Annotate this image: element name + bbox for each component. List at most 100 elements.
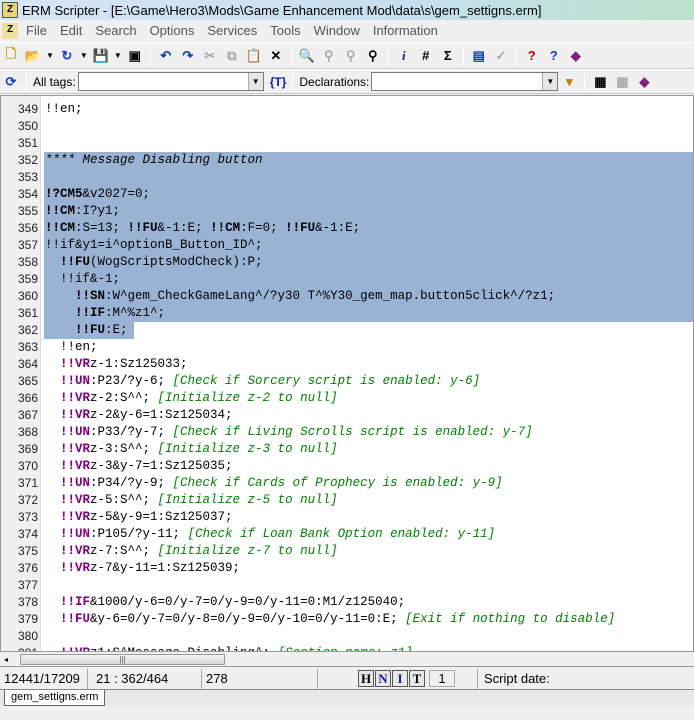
spellcheck-icon[interactable]: ✓ (492, 47, 510, 65)
code-line[interactable]: 374 !!UN:P105/?y-11; [Check if Loan Bank… (1, 526, 693, 543)
open-folder-icon[interactable]: 📂 (24, 47, 42, 65)
code-text: !!VRz-1:Sz125033; (45, 356, 188, 373)
save-all-icon[interactable]: ▣ (126, 47, 144, 65)
code-line[interactable]: 371 !!UN:P34/?y-9; [Check if Cards of Pr… (1, 475, 693, 492)
refresh-icon[interactable]: ⟳ (2, 73, 20, 91)
code-line[interactable]: 365 !!UN:P23/?y-6; [Check if Sorcery scr… (1, 373, 693, 390)
declarations-select[interactable]: ▼ (371, 72, 559, 91)
code-token: z-3&y-7=1:Sz125035; (90, 459, 233, 473)
code-line[interactable]: 352 **** Message Disabling button (1, 152, 693, 169)
code-line[interactable]: 377 (1, 577, 693, 594)
mode-i-button[interactable]: I (392, 670, 408, 687)
code-line[interactable]: 364 !!VRz-1:Sz125033; (1, 356, 693, 373)
document-icon[interactable]: Z (2, 22, 18, 39)
code-line[interactable]: 368 !!UN:P33/?y-7; [Check if Living Scro… (1, 424, 693, 441)
code-line[interactable]: 376 !!VRz-7&y-11=1:Sz125039; (1, 560, 693, 577)
menu-services[interactable]: Services (207, 23, 257, 38)
divider (584, 72, 586, 91)
code-line[interactable]: 351 (1, 135, 693, 152)
code-line[interactable]: 362 !!FU:E; (1, 322, 693, 339)
menu-information[interactable]: Information (373, 23, 438, 38)
code-line[interactable]: 375 !!VRz-7:S^^; [Initialize z-7 to null… (1, 543, 693, 560)
code-line[interactable]: 353 (1, 169, 693, 186)
code-line[interactable]: 378 !!IF&1000/y-6=0/y-7=0/y-9=0/y-11=0:M… (1, 594, 693, 611)
code-line[interactable]: 363 !!en; (1, 339, 693, 356)
horizontal-scrollbar[interactable]: ◂ ||| (0, 652, 694, 667)
new-file-icon[interactable]: 🗋 (2, 46, 20, 65)
compare-icon[interactable]: ▤ (470, 47, 488, 65)
properties-icon[interactable]: ▦ (591, 73, 609, 91)
reload-icon[interactable]: ↻ (58, 47, 76, 65)
find-prev-icon[interactable]: ⚲ (342, 47, 360, 65)
code-text: !!VRz-3&y-7=1:Sz125035; (45, 458, 233, 475)
chevron-down-icon[interactable]: ▼ (247, 73, 263, 90)
status-value: 278 (202, 668, 318, 689)
paste-icon[interactable]: 📋 (245, 47, 263, 65)
code-line[interactable]: 369 !!VRz-3:S^^; [Initialize z-3 to null… (1, 441, 693, 458)
book-icon[interactable]: ◆ (635, 73, 653, 91)
code-line[interactable]: 366 !!VRz-2:S^^; [Initialize z-2 to null… (1, 390, 693, 407)
menu-window[interactable]: Window (314, 23, 360, 38)
code-line[interactable]: 355 !!CM:I?y1; (1, 203, 693, 220)
code-line[interactable]: 361 !!IF:M^%z1^; (1, 305, 693, 322)
scroll-left-icon[interactable]: ◂ (4, 652, 8, 667)
code-text: !!VRz-2:S^^; [Initialize z-2 to null] (45, 390, 338, 407)
all-tags-select[interactable]: ▼ (77, 72, 264, 91)
code-keyword: !!IF (75, 306, 106, 320)
declaration-add-icon[interactable]: ▾ (560, 73, 578, 91)
replace-icon[interactable]: ⚲ (364, 47, 382, 65)
mode-n-button[interactable]: N (375, 670, 391, 687)
menu-options[interactable]: Options (150, 23, 195, 38)
sum-icon[interactable]: Σ (439, 47, 457, 65)
mode-h-button[interactable]: H (358, 670, 374, 687)
redo-icon[interactable]: ↷ (179, 47, 197, 65)
code-line[interactable]: 379 !!FU&y-6=0/y-7=0/y-8=0/y-9=0/y-10=0/… (1, 611, 693, 628)
code-line[interactable]: 359 !!if&-1; (1, 271, 693, 288)
menu-file[interactable]: File (26, 23, 47, 38)
code-line[interactable]: 350 (1, 118, 693, 135)
open-dropdown-icon[interactable]: ▼ (46, 51, 54, 60)
find-icon[interactable]: 🔍 (298, 47, 316, 65)
info-icon[interactable]: i (395, 47, 413, 65)
book-icon[interactable]: ◆ (567, 47, 585, 65)
code-line[interactable]: 380 (1, 628, 693, 645)
code-line[interactable]: 367 !!VRz-2&y-6=1:Sz125034; (1, 407, 693, 424)
code-line[interactable]: 360 !!SN:W^gem_CheckGameLang^/?y30 T^%Y3… (1, 288, 693, 305)
code-line[interactable]: 356 !!CM:S=13; !!FU&-1:E; !!CM:F=0; !!FU&… (1, 220, 693, 237)
code-line[interactable]: 358 !!FU(WogScriptsModCheck):P; (1, 254, 693, 271)
save-icon[interactable]: 💾 (92, 47, 110, 65)
line-number-icon[interactable]: # (417, 47, 435, 65)
help-icon[interactable]: ? (523, 47, 541, 65)
tag-button[interactable]: {T} (270, 75, 287, 89)
menu-edit[interactable]: Edit (60, 23, 82, 38)
code-text: !!en; (45, 339, 98, 356)
mode-t-button[interactable]: T (409, 670, 425, 687)
script-date-label: Script date: (484, 670, 550, 686)
code-line[interactable]: 370 !!VRz-3&y-7=1:Sz125035; (1, 458, 693, 475)
delete-icon[interactable]: ✕ (267, 47, 285, 65)
status-bar: 12441/17209 21 : 362/464 278 H N I T 1 S… (0, 668, 694, 690)
code-line[interactable]: 357 !!if&y1=i^optionB_Button_ID^; (1, 237, 693, 254)
reload-dropdown-icon[interactable]: ▼ (80, 51, 88, 60)
code-editor[interactable]: 349 !!en; 350 351 352 **** Message Disabling … (0, 95, 694, 652)
save-dropdown-icon[interactable]: ▼ (114, 51, 122, 60)
code-line[interactable]: 349 !!en; (1, 101, 693, 118)
divider (292, 72, 294, 91)
copy-icon[interactable]: ⧉ (223, 47, 241, 65)
code-line[interactable]: 354 !?CM5&v2027=0; (1, 186, 693, 203)
find-next-icon[interactable]: ⚲ (320, 47, 338, 65)
undo-icon[interactable]: ↶ (157, 47, 175, 65)
chevron-down-icon[interactable]: ▼ (542, 73, 558, 90)
help-context-icon[interactable]: ? (545, 47, 563, 65)
template-icon[interactable]: ▦ (613, 73, 631, 91)
cut-icon[interactable]: ✂ (201, 47, 219, 65)
scrollbar-thumb[interactable]: ||| (20, 654, 225, 665)
code-line[interactable]: 372 !!VRz-5:S^^; [Initialize z-5 to null… (1, 492, 693, 509)
menu-search[interactable]: Search (95, 23, 136, 38)
menu-tools[interactable]: Tools (270, 23, 300, 38)
code-line[interactable]: 373 !!VRz-5&y-9=1:Sz125037; (1, 509, 693, 526)
code-line[interactable]: 381 !!VRz1:S^Message Disabling^; [Sectio… (1, 645, 693, 651)
line-number: 363 (17, 340, 38, 354)
tab-gem-settigns[interactable]: gem_settigns.erm (4, 690, 106, 706)
